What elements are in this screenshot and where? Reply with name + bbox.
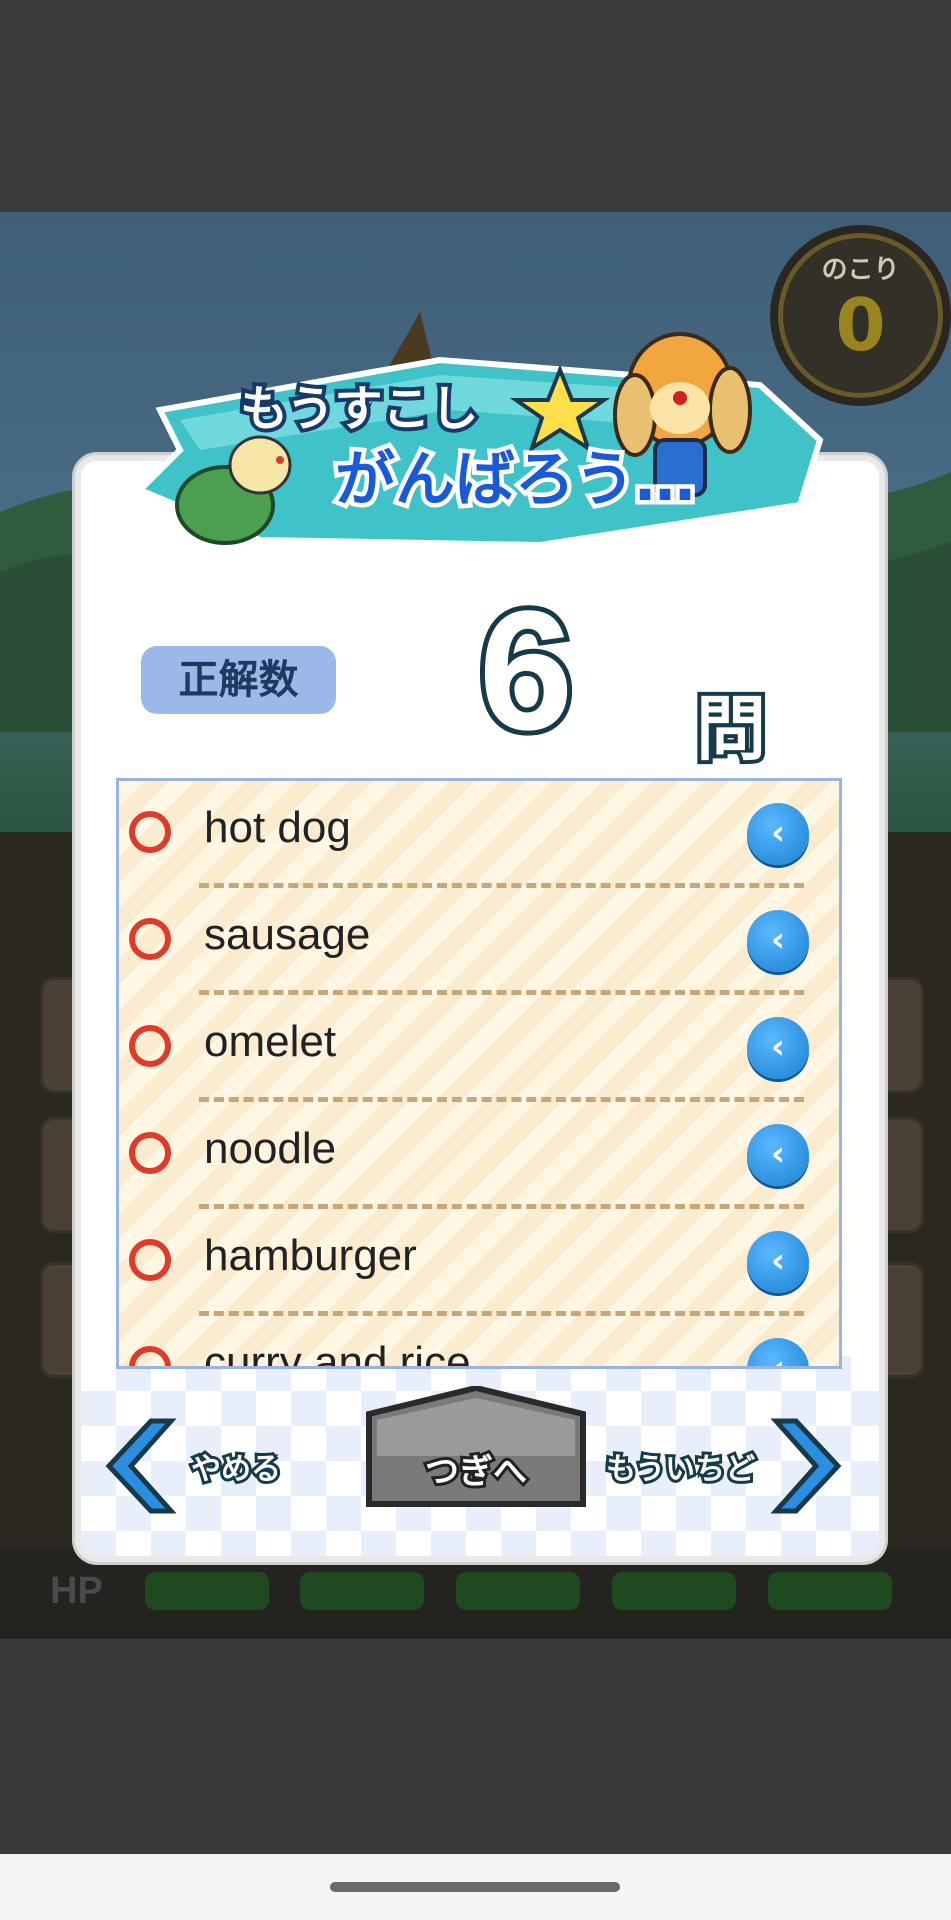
retry-label: もういちど (603, 1449, 758, 1490)
status-bar-area (0, 0, 951, 212)
score-value: 6 (474, 576, 579, 766)
correct-mark-icon (129, 1239, 171, 1281)
bottom-bar (0, 1639, 951, 1854)
result-dialog: 正解数 6 問 hot dog ‹ sausage ‹ omelet ‹ noo… (75, 455, 885, 1562)
correct-mark-icon (129, 918, 171, 960)
score-label: 正解数 (141, 646, 336, 714)
quit-label: やめる (188, 1449, 284, 1490)
next-button[interactable]: つぎへ (361, 1386, 591, 1511)
play-audio-icon[interactable]: ‹ (747, 1124, 809, 1186)
hp-segment (768, 1572, 892, 1610)
play-audio-icon[interactable]: ‹ (747, 1017, 809, 1079)
banner-line2: がんばろう… (335, 445, 695, 515)
word-text: noodle (204, 1124, 337, 1173)
home-indicator[interactable] (330, 1882, 620, 1892)
arrow-left-icon (105, 1418, 177, 1514)
list-item: curry and rice ‹ (119, 1316, 839, 1369)
list-item: hot dog ‹ (119, 781, 839, 888)
quit-button[interactable]: やめる (101, 1416, 291, 1516)
result-banner: もうすこし がんばろう… (134, 332, 824, 549)
play-audio-icon[interactable]: ‹ (747, 1231, 809, 1293)
navigation-bar (0, 1854, 951, 1920)
word-text: hamburger (204, 1231, 417, 1280)
score-unit: 問 (692, 684, 770, 774)
correct-mark-icon (129, 1025, 171, 1067)
arrow-right-icon (770, 1418, 842, 1514)
word-text: sausage (204, 910, 371, 959)
list-item: noodle ‹ (119, 1102, 839, 1209)
word-text: hot dog (204, 803, 351, 852)
hp-label: HP (50, 1570, 103, 1612)
next-label: つぎへ (422, 1449, 530, 1495)
list-item: sausage ‹ (119, 888, 839, 995)
word-text: curry and rice (204, 1338, 471, 1369)
list-item: omelet ‹ (119, 995, 839, 1102)
retry-button[interactable]: もういちど (603, 1416, 846, 1516)
play-audio-icon[interactable]: ‹ (747, 803, 809, 865)
correct-mark-icon (129, 1346, 171, 1366)
correct-mark-icon (129, 811, 171, 853)
banner-line1: もうすこし (240, 381, 479, 437)
remaining-label: のこり (821, 255, 900, 285)
hp-segment (456, 1572, 580, 1610)
play-audio-icon[interactable]: ‹ (747, 910, 809, 972)
play-audio-icon[interactable]: ‹ (747, 1338, 809, 1366)
word-text: omelet (204, 1017, 337, 1066)
word-list[interactable]: hot dog ‹ sausage ‹ omelet ‹ noodle ‹ ha… (116, 778, 842, 1369)
hp-segment (300, 1572, 424, 1610)
list-item: hamburger ‹ (119, 1209, 839, 1316)
hp-segment (612, 1572, 736, 1610)
correct-mark-icon (129, 1132, 171, 1174)
hp-segment (145, 1572, 269, 1610)
